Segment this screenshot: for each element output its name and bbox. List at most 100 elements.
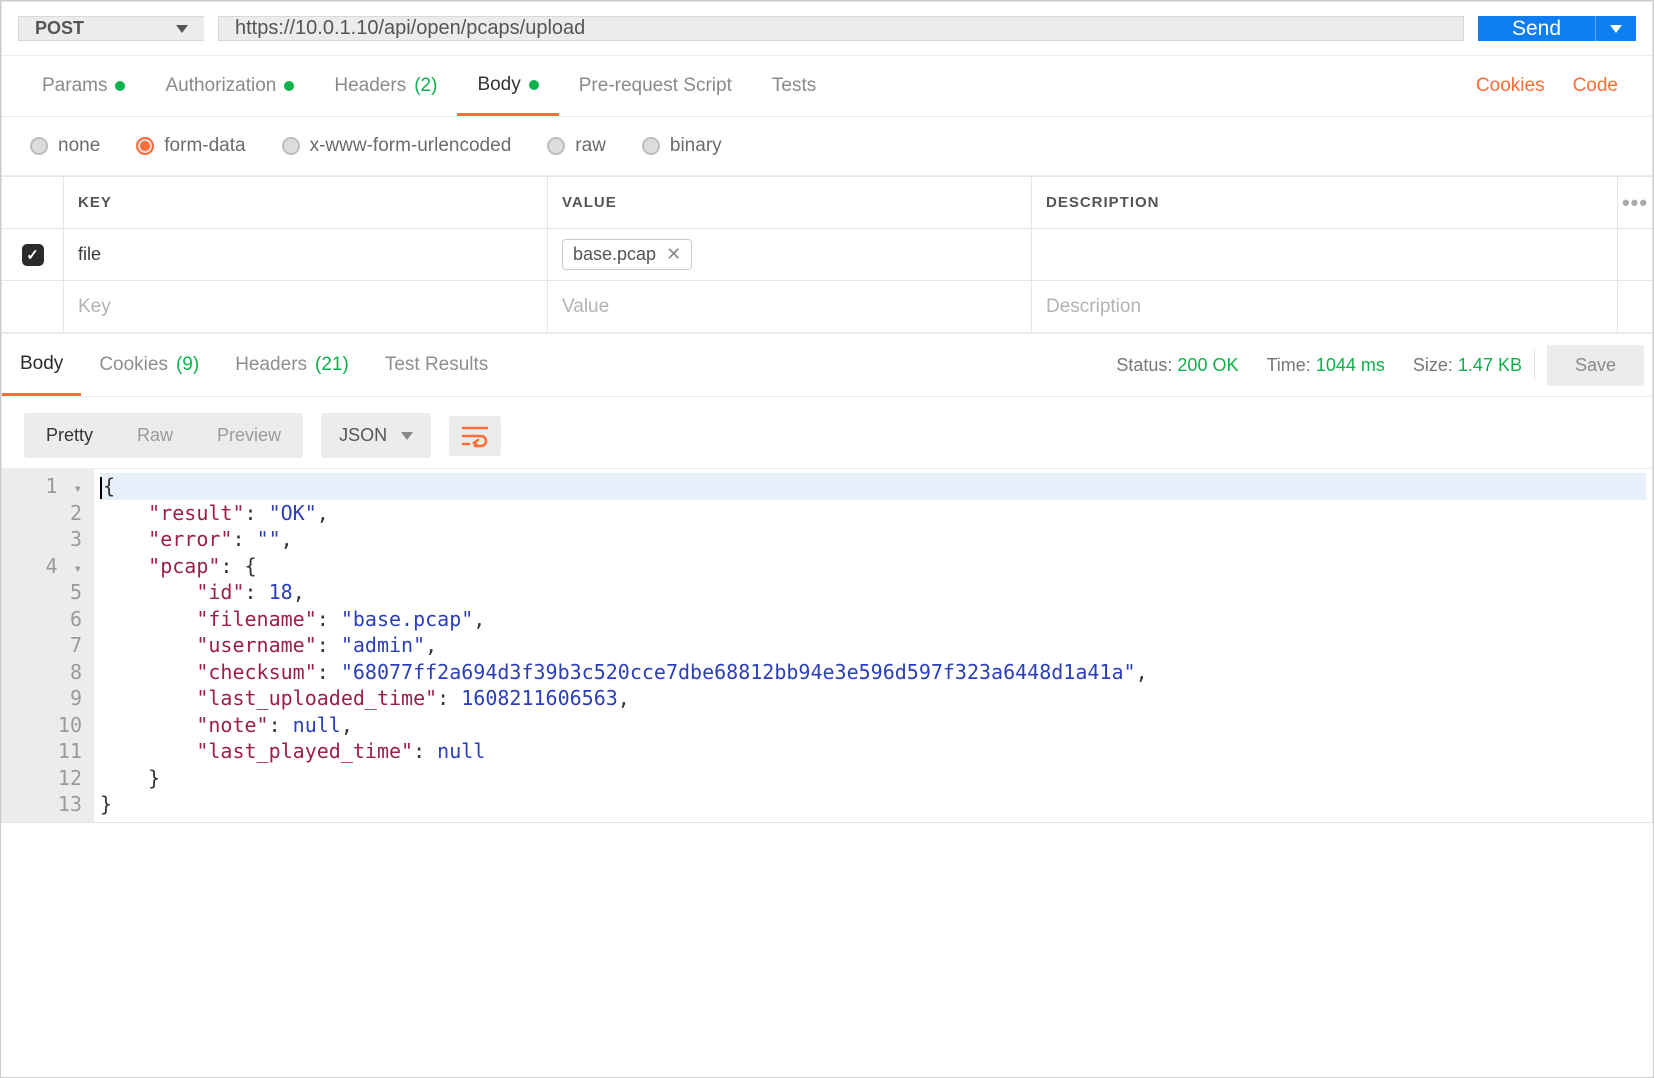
remove-file-icon[interactable]: ✕: [666, 244, 681, 265]
http-method-select[interactable]: POST: [18, 16, 204, 41]
code-line: "error": "",: [100, 526, 1646, 553]
response-tab-cookies[interactable]: Cookies (9): [81, 334, 217, 396]
gutter-line: 7: [2, 632, 88, 659]
code-line: }: [100, 791, 1646, 818]
code-link[interactable]: Code: [1559, 75, 1632, 97]
chevron-down-icon: [1610, 25, 1622, 33]
body-type-form-data[interactable]: form-data: [136, 135, 245, 157]
row-enable-cell: [2, 281, 64, 332]
fold-icon[interactable]: ▾: [70, 561, 82, 577]
table-header-row: KEY VALUE DESCRIPTION •••: [2, 177, 1652, 229]
send-button-dropdown[interactable]: [1595, 16, 1636, 41]
header-value: VALUE: [548, 177, 1032, 228]
code-line: "filename": "base.pcap",: [100, 606, 1646, 633]
tab-body[interactable]: Body: [457, 56, 558, 116]
response-bar: Body Cookies (9) Headers (21) Test Resul…: [2, 333, 1652, 397]
tab-count: (2): [414, 75, 437, 97]
format-label: JSON: [339, 425, 387, 446]
radio-icon: [547, 137, 565, 155]
row-value-cell[interactable]: base.pcap ✕: [548, 229, 1032, 280]
row-desc-cell[interactable]: [1032, 281, 1618, 332]
tab-headers[interactable]: Headers (2): [314, 56, 457, 116]
code-line: "pcap": {: [100, 553, 1646, 580]
row-desc-cell[interactable]: [1032, 229, 1618, 280]
tab-authorization[interactable]: Authorization: [145, 56, 314, 116]
row-key-cell[interactable]: [64, 281, 548, 332]
gutter-line: 1 ▾: [2, 473, 88, 500]
new-desc-input[interactable]: [1046, 296, 1603, 318]
row-enable-cell: ✓: [2, 229, 64, 280]
tab-label: Cookies: [99, 354, 168, 376]
radio-label: binary: [670, 135, 722, 157]
status-dot-icon: [115, 81, 125, 91]
code-line: "id": 18,: [100, 579, 1646, 606]
view-mode-raw[interactable]: Raw: [115, 413, 195, 458]
radio-icon: [136, 137, 154, 155]
response-tab-test-results[interactable]: Test Results: [367, 334, 506, 396]
gutter-line: 8: [2, 659, 88, 686]
body-type-raw[interactable]: raw: [547, 135, 606, 157]
body-type-none[interactable]: none: [30, 135, 100, 157]
row-value-cell[interactable]: [548, 281, 1032, 332]
gutter-line: 11: [2, 738, 88, 765]
save-response-button[interactable]: Save: [1547, 345, 1644, 386]
new-key-input[interactable]: [78, 296, 533, 318]
request-url-bar: POST Send: [2, 2, 1652, 55]
meta-size: Size: 1.47 KB: [1413, 355, 1522, 376]
response-code-view: 1 ▾234 ▾5678910111213 { "result": "OK", …: [2, 468, 1652, 822]
radio-label: form-data: [164, 135, 245, 157]
view-mode-segment: Pretty Raw Preview: [24, 413, 303, 458]
table-row: ✓ file base.pcap ✕: [2, 229, 1652, 281]
fold-icon[interactable]: ▾: [70, 481, 82, 497]
request-url-input[interactable]: [218, 16, 1464, 41]
row-key-cell[interactable]: file: [64, 229, 548, 280]
tab-params[interactable]: Params: [22, 56, 145, 116]
code-line: }: [100, 765, 1646, 792]
row-key-value: file: [78, 244, 101, 265]
gutter-line: 13: [2, 791, 88, 818]
meta-label: Size:: [1413, 355, 1453, 375]
table-row-new: [2, 281, 1652, 333]
gutter-line: 3: [2, 526, 88, 553]
row-enable-checkbox[interactable]: ✓: [22, 244, 44, 266]
code-line: "note": null,: [100, 712, 1646, 739]
toggle-wrap-button[interactable]: [449, 416, 501, 456]
tab-count: (9): [176, 354, 199, 376]
response-format-select[interactable]: JSON: [321, 413, 431, 458]
send-button[interactable]: Send: [1478, 16, 1636, 41]
tab-label: Body: [477, 74, 520, 96]
tab-label: Headers: [334, 75, 406, 97]
gutter-line: 4 ▾: [2, 553, 88, 580]
response-tab-headers[interactable]: Headers (21): [217, 334, 367, 396]
tab-label: Test Results: [385, 354, 488, 376]
radio-icon: [642, 137, 660, 155]
response-tab-body[interactable]: Body: [2, 334, 81, 396]
wrap-lines-icon: [461, 424, 489, 448]
cookies-link[interactable]: Cookies: [1462, 75, 1559, 97]
code-body[interactable]: { "result": "OK", "error": "", "pcap": {…: [94, 469, 1652, 822]
header-key: KEY: [64, 177, 548, 228]
tab-tests[interactable]: Tests: [752, 56, 836, 116]
file-chip: base.pcap ✕: [562, 239, 692, 270]
meta-label: Time:: [1266, 355, 1310, 375]
gutter-line: 12: [2, 765, 88, 792]
body-type-selector: none form-data x-www-form-urlencoded raw…: [2, 117, 1652, 176]
body-type-binary[interactable]: binary: [642, 135, 722, 157]
header-more-icon[interactable]: •••: [1618, 177, 1652, 228]
code-line: "last_played_time": null: [100, 738, 1646, 765]
meta-value: 1.47 KB: [1458, 355, 1522, 375]
view-mode-pretty[interactable]: Pretty: [24, 413, 115, 458]
chevron-down-icon: [176, 25, 188, 33]
chevron-down-icon: [401, 432, 413, 440]
tab-pre-request-script[interactable]: Pre-request Script: [559, 56, 752, 116]
tab-count: (21): [315, 354, 349, 376]
new-value-input[interactable]: [562, 296, 1017, 318]
view-mode-preview[interactable]: Preview: [195, 413, 303, 458]
gutter-line: 5: [2, 579, 88, 606]
response-view-toolbar: Pretty Raw Preview JSON: [2, 397, 1652, 468]
meta-value: 1044 ms: [1316, 355, 1385, 375]
body-type-x-www-form-urlencoded[interactable]: x-www-form-urlencoded: [282, 135, 512, 157]
tab-label: Body: [20, 353, 63, 375]
request-tabs: Params Authorization Headers (2) Body Pr…: [2, 55, 1652, 117]
tab-label: Headers: [235, 354, 307, 376]
